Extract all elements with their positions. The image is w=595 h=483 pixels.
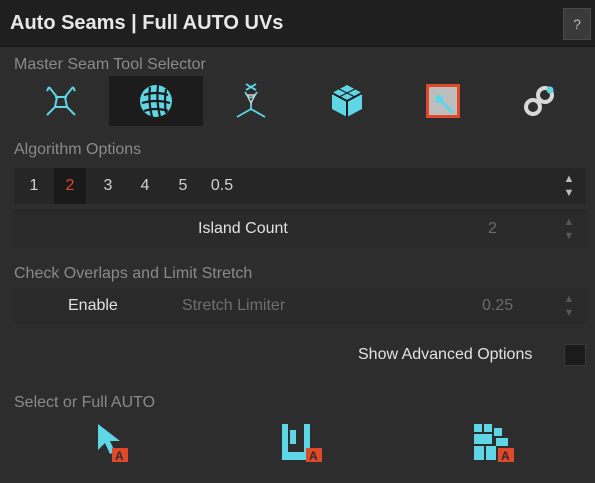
stretch-decrement-icon[interactable]: ▼ [562, 307, 576, 319]
sphere-uv-icon [140, 84, 172, 118]
show-advanced-checkbox[interactable] [564, 344, 586, 366]
island-decrement-icon[interactable]: ▼ [562, 230, 576, 242]
title-bar: Auto Seams | Full AUTO UVs ? [0, 0, 595, 47]
tool-figure-button[interactable] [204, 76, 298, 126]
tool-cube-button[interactable] [300, 76, 394, 126]
algorithm-decrement-icon[interactable]: ▼ [562, 187, 576, 199]
section-algorithm-label: Algorithm Options [14, 141, 142, 158]
svg-text:A: A [309, 449, 318, 463]
stretch-limit-row: Enable Stretch Limiter 0.25 ▲ ▼ [14, 288, 586, 324]
island-count-value[interactable]: 2 [488, 220, 497, 238]
stretch-limiter-value[interactable]: 0.25 [482, 297, 513, 315]
character-uv-icon [46, 86, 76, 116]
cube-uv-icon [331, 85, 363, 117]
window-title: Auto Seams | Full AUTO UVs [10, 12, 284, 34]
selection-square-icon [426, 84, 460, 118]
tool-sphere-button[interactable] [109, 76, 203, 126]
svg-text:A: A [501, 449, 510, 463]
algorithm-increment-icon[interactable]: ▲ [562, 173, 576, 185]
show-advanced-label: Show Advanced Options [358, 346, 533, 363]
unwrap-auto-icon[interactable]: A [278, 420, 324, 464]
auto-actions-row: A A A [14, 420, 586, 470]
section-overlaps-label: Check Overlaps and Limit Stretch [14, 265, 253, 282]
link-chain-icon [524, 86, 554, 116]
island-count-label: Island Count [198, 220, 288, 237]
tool-link-button[interactable] [492, 76, 586, 126]
section-select-label: Select or Full AUTO [14, 394, 156, 411]
algorithm-option-0-5[interactable]: 0.5 [204, 168, 240, 204]
pack-auto-icon[interactable]: A [470, 420, 516, 464]
island-count-row: Island Count 2 ▲ ▼ [14, 210, 586, 247]
enable-stretch-button[interactable]: Enable [68, 297, 118, 315]
tool-selection-button[interactable] [396, 76, 490, 126]
section-master-seam-label: Master Seam Tool Selector [14, 56, 206, 73]
help-button[interactable]: ? [563, 8, 591, 40]
stretch-increment-icon[interactable]: ▲ [562, 293, 576, 305]
svg-text:A: A [115, 449, 124, 463]
tool-character-button[interactable] [14, 76, 108, 126]
algorithm-option-5[interactable]: 5 [167, 168, 199, 204]
island-increment-icon[interactable]: ▲ [562, 216, 576, 228]
algorithm-option-4[interactable]: 4 [129, 168, 161, 204]
algorithm-options-row: 1 2 3 4 5 0.5 ▲ ▼ [14, 168, 586, 204]
select-auto-icon[interactable]: A [94, 420, 134, 464]
tool-selector-row [14, 76, 586, 126]
algorithm-option-1[interactable]: 1 [18, 168, 50, 204]
auto-seams-panel: Auto Seams | Full AUTO UVs ? Master Seam… [0, 0, 595, 483]
figure-uv-icon [236, 83, 266, 118]
algorithm-option-2[interactable]: 2 [54, 168, 86, 204]
stretch-limiter-label: Stretch Limiter [182, 297, 286, 314]
algorithm-option-3[interactable]: 3 [92, 168, 124, 204]
